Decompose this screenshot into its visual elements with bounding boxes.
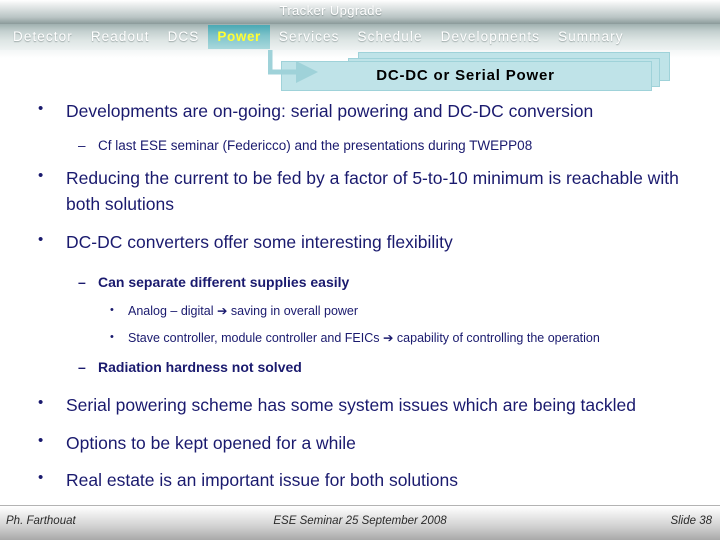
bullet-level-1: • DC-DC converters offer some interesting… — [38, 229, 686, 256]
bullet-marker-icon: • — [38, 469, 44, 487]
bullet-marker-icon: • — [38, 231, 44, 249]
nav-item-dcs[interactable]: DCS — [159, 25, 209, 49]
nav-item-developments[interactable]: Developments — [432, 25, 550, 49]
bullet-level-3: • Analog – digital ➔ saving in overall po… — [110, 302, 674, 321]
bullet-marker-icon: – — [78, 137, 86, 153]
bullet-marker-icon: • — [110, 303, 114, 316]
bullet-level-1: • Options to be kept opened for a while — [38, 430, 686, 457]
bullet-marker-icon: – — [78, 273, 86, 290]
bullet-level-3: • Stave controller, module controller and… — [110, 329, 674, 348]
footer-event: ESE Seminar 25 September 2008 — [273, 515, 447, 527]
bullet-text: DC-DC converters offer some interesting … — [66, 232, 453, 253]
bullet-text: Cf last ESE seminar (Federicco) and the … — [98, 137, 533, 153]
deck-title-bar: Tracker Upgrade — [0, 0, 720, 24]
bullet-text: Can separate different supplies easily — [98, 273, 350, 290]
footer-slide-number: Slide 38 — [670, 515, 712, 527]
deck-title: Tracker Upgrade — [279, 3, 383, 18]
bullet-text: Developments are on-going: serial poweri… — [66, 101, 594, 121]
slide-body: • Developments are on-going: serial power… — [0, 98, 720, 496]
bullet-level-2: – Cf last ESE seminar (Federicco) and the… — [78, 136, 680, 156]
nav-item-summary[interactable]: Summary — [549, 25, 632, 49]
bullet-text: Serial powering scheme has some system i… — [66, 395, 636, 416]
bullet-marker-icon: • — [38, 100, 44, 117]
bullet-level-2: – Can separate different supplies easily — [78, 272, 680, 293]
bullet-level-2: – Radiation hardness not solved — [78, 357, 680, 378]
bullet-level-1: • Serial powering scheme has some system … — [38, 392, 686, 419]
nav-item-schedule[interactable]: Schedule — [348, 25, 431, 49]
bullet-text: Real estate is an important issue for bo… — [66, 470, 459, 491]
bullet-marker-icon: • — [38, 431, 44, 449]
nav-item-detector[interactable]: Detector — [4, 25, 82, 49]
bullet-text: Reducing the current to be fed by a fact… — [66, 167, 679, 215]
bullet-level-1: • Developments are on-going: serial power… — [38, 98, 686, 125]
section-nav-bar: Detector Readout DCS Power Services Schedule D… — [0, 24, 720, 58]
nav-item-services[interactable]: Services — [270, 25, 349, 49]
nav-item-power[interactable]: Power — [208, 25, 270, 49]
slide-footer: Ph. Farthouat ESE Seminar 25 September 2… — [0, 506, 720, 540]
bullet-marker-icon: • — [110, 331, 114, 344]
bullet-text: Analog – digital ➔ saving in overall pow… — [128, 303, 359, 318]
bullet-level-1: • Real estate is an important issue for b… — [38, 467, 686, 494]
bullet-text: Options to be kept opened for a while — [66, 432, 356, 453]
bullet-marker-icon: • — [38, 166, 44, 184]
nav-item-readout[interactable]: Readout — [82, 25, 159, 49]
slide-title: DC-DC or Serial Power — [376, 66, 555, 84]
bullet-marker-icon: • — [38, 394, 44, 412]
bullet-text: Stave controller, module controller and … — [128, 331, 600, 346]
bullet-level-1: • Reducing the current to be fed by a fac… — [38, 165, 686, 218]
bullet-text: Radiation hardness not solved — [98, 359, 302, 376]
bullet-marker-icon: – — [78, 359, 86, 376]
